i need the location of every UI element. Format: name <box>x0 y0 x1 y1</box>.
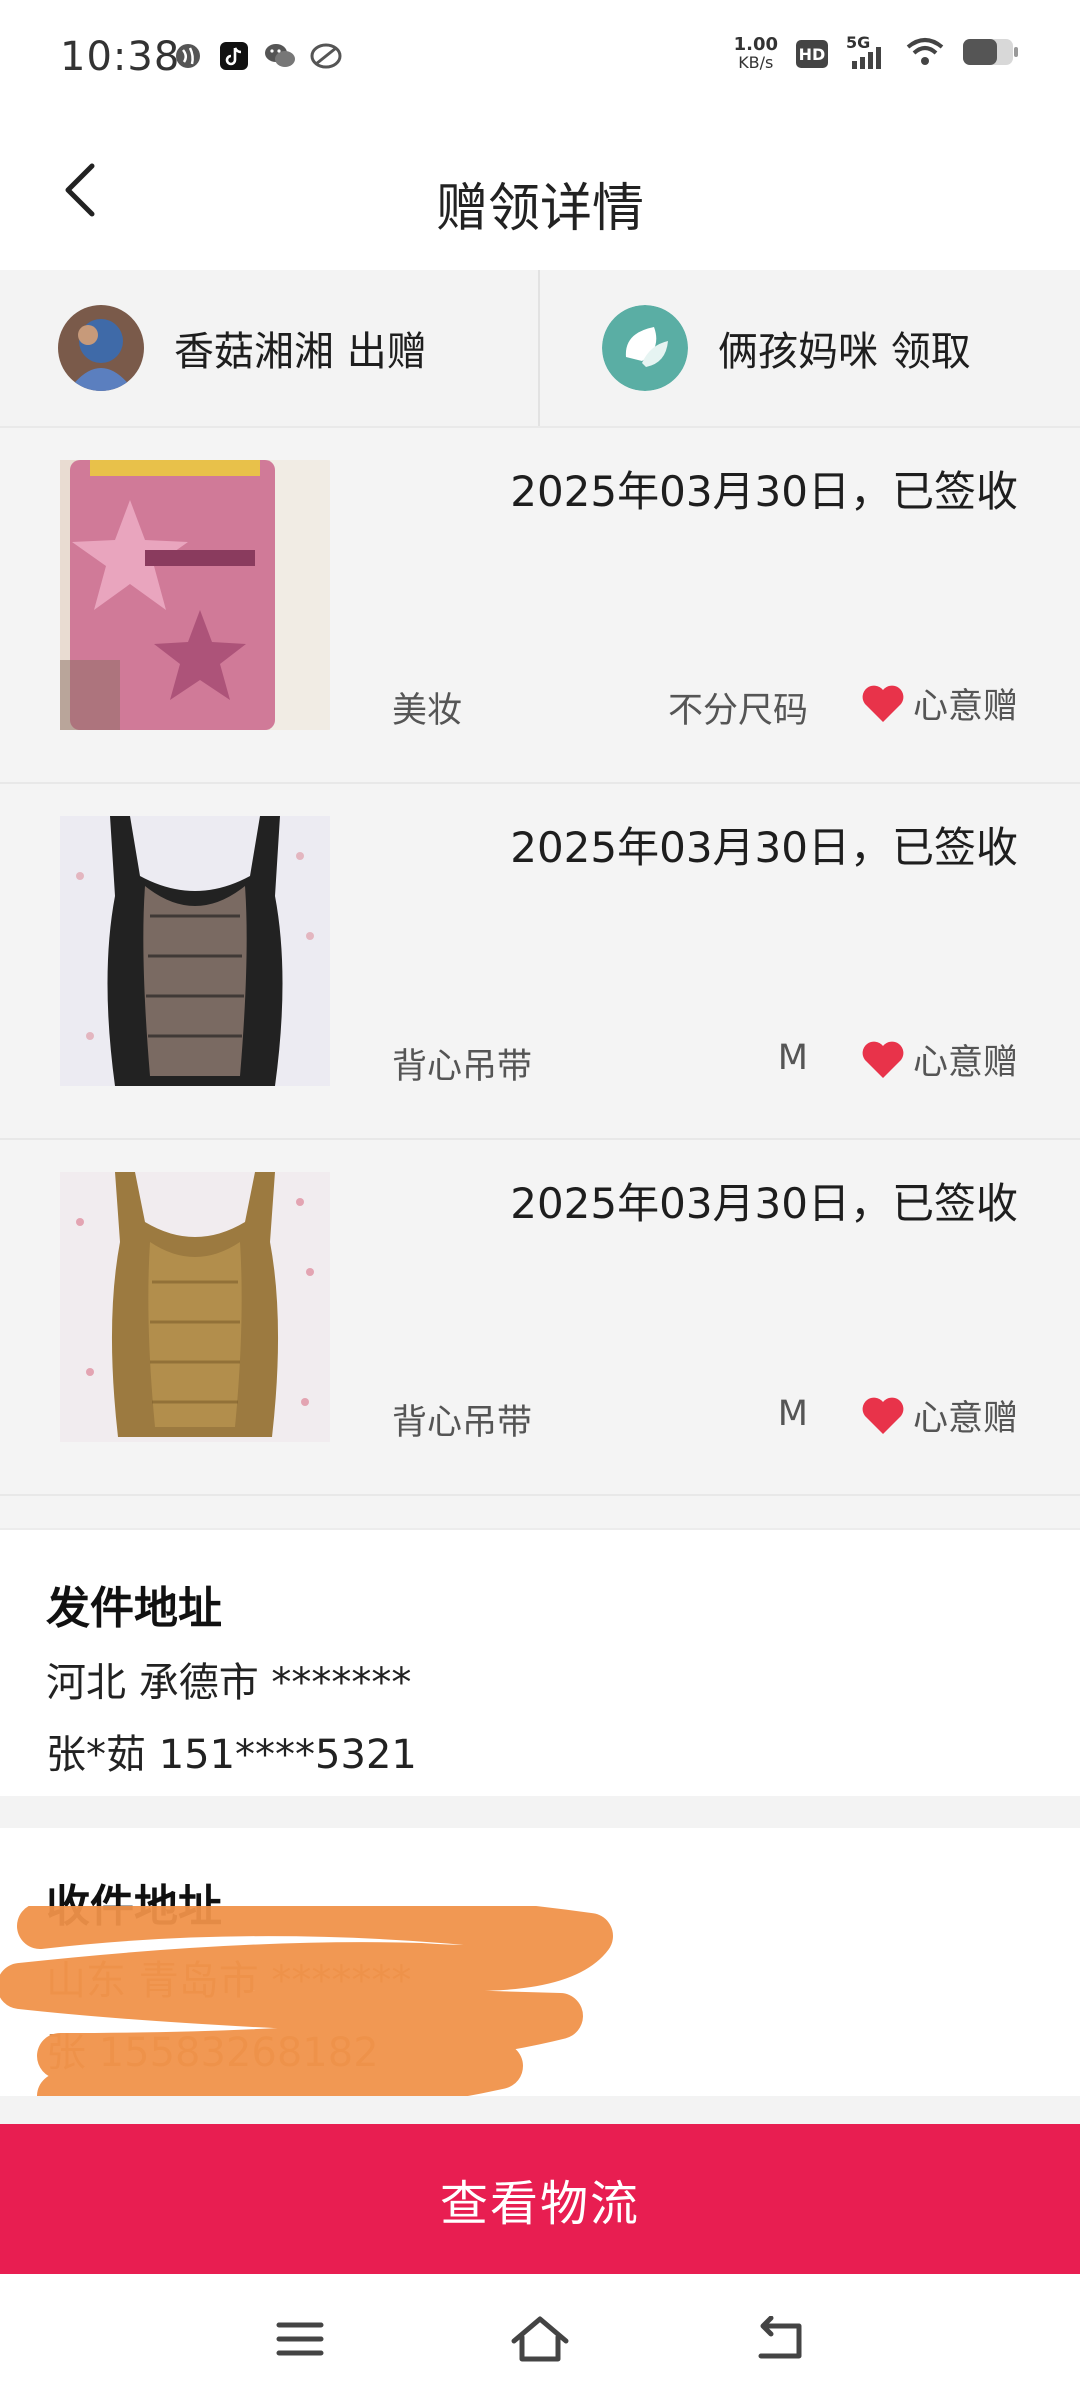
heart-icon <box>862 1041 904 1078</box>
item-date-status: 2025年03月30日，已签收 <box>510 467 1018 516</box>
receiver-avatar[interactable] <box>602 305 688 391</box>
view-logistics-button[interactable]: 查看物流 <box>0 2124 1080 2274</box>
item-size: M <box>777 1394 808 1434</box>
net-speed-unit: KB/s <box>738 53 774 72</box>
item-size: M <box>777 1038 808 1078</box>
giver-party[interactable]: 香菇湘湘 出赠 <box>0 270 540 426</box>
browser-icon <box>172 40 204 72</box>
net-speed-value: 1.00 <box>733 34 778 55</box>
wifi-icon <box>906 37 944 71</box>
status-bar: 10:38 1.00 KB/s HD 5G <box>0 0 1080 120</box>
status-app-icons <box>172 40 342 72</box>
system-nav-bar <box>0 2274 1080 2400</box>
heart-icon <box>862 685 904 722</box>
sender-address-contact: 张*茹 151****5321 <box>46 1732 417 1778</box>
home-icon <box>511 2316 569 2362</box>
gift-item[interactable]: 2025年03月30日，已签收 美妆 不分尺码 心意赠 <box>0 428 1080 784</box>
tiktok-icon <box>218 40 250 72</box>
gift-item[interactable]: 2025年03月30日，已签收 背心吊带 M 心意赠 <box>0 1140 1080 1496</box>
menu-button[interactable] <box>260 2304 340 2374</box>
receiver-address-card: 收件地址 山东 青岛市 ******* 张 15583268182 <box>0 1828 1080 2106</box>
item-tag: 心意赠 <box>861 1390 1018 1441</box>
hd-badge: HD <box>796 40 828 68</box>
giver-label: 香菇湘湘 出赠 <box>174 329 427 375</box>
heart-icon <box>862 1397 904 1434</box>
receiver-label: 俩孩妈咪 领取 <box>718 329 971 375</box>
home-button[interactable] <box>500 2304 580 2374</box>
header: 赠领详情 <box>0 120 1080 270</box>
gift-item[interactable]: 2025年03月30日，已签收 背心吊带 M 心意赠 <box>0 784 1080 1140</box>
item-meta: 背心吊带 M 心意赠 <box>392 1034 1018 1087</box>
item-meta: 背心吊带 M 心意赠 <box>392 1390 1018 1443</box>
item-image-tan-camisole[interactable] <box>60 1172 330 1442</box>
item-meta: 美妆 不分尺码 心意赠 <box>392 678 1018 731</box>
sender-address-region: 河北 承德市 ******* <box>46 1660 412 1706</box>
item-tag-label: 心意赠 <box>912 1399 1018 1439</box>
item-tag: 心意赠 <box>861 1034 1018 1085</box>
battery-icon <box>962 37 1020 71</box>
section-divider <box>0 1796 1080 1828</box>
item-category: 背心吊带 <box>392 1047 533 1087</box>
sender-address-title: 发件地址 <box>46 1583 222 1634</box>
app-icon <box>310 40 342 72</box>
giver-avatar[interactable] <box>58 305 144 391</box>
item-tag-label: 心意赠 <box>912 1043 1018 1083</box>
wechat-icon <box>264 40 296 72</box>
item-size: 不分尺码 <box>667 691 808 731</box>
status-indicators: 1.00 KB/s HD 5G <box>734 33 1020 72</box>
item-image-black-camisole[interactable] <box>60 816 330 1086</box>
sender-address-card: 发件地址 河北 承德市 ******* 张*茹 151****5321 <box>0 1528 1080 1796</box>
item-category: 背心吊带 <box>392 1403 533 1443</box>
return-icon <box>758 2316 802 2359</box>
back-nav-button[interactable] <box>740 2304 820 2374</box>
item-tag-label: 心意赠 <box>912 687 1018 727</box>
parties-row: 香菇湘湘 出赠 俩孩妈咪 领取 <box>0 270 1080 428</box>
item-image-makeup[interactable] <box>60 460 330 730</box>
net-speed: 1.00 KB/s <box>734 36 778 72</box>
item-tag: 心意赠 <box>861 678 1018 729</box>
page-title: 赠领详情 <box>435 179 644 239</box>
item-category: 美妆 <box>392 691 463 731</box>
redaction-scribble <box>0 1906 613 2106</box>
menu-icon <box>276 2322 324 2356</box>
item-date-status: 2025年03月30日，已签收 <box>510 823 1018 872</box>
section-divider <box>0 2096 1080 2124</box>
gift-item-list: 2025年03月30日，已签收 美妆 不分尺码 心意赠 2025年03月30日，… <box>0 428 1080 1528</box>
status-time: 10:38 <box>60 34 181 80</box>
receiver-party[interactable]: 俩孩妈咪 领取 <box>540 270 1080 426</box>
item-date-status: 2025年03月30日，已签收 <box>510 1179 1018 1228</box>
signal-icon: 5G <box>846 33 888 71</box>
